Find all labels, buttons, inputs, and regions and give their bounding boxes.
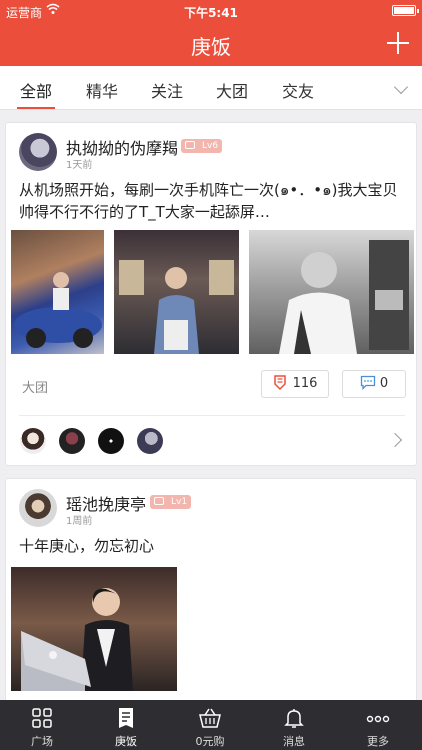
avatar[interactable] (19, 133, 57, 171)
liker-avatar[interactable] (59, 428, 85, 454)
active-tab-indicator (17, 107, 55, 109)
comment-count: 0 (379, 376, 389, 391)
tab-label: 更多 (367, 735, 389, 748)
post-photo[interactable] (11, 567, 177, 691)
chevron-right-icon[interactable] (387, 432, 403, 448)
tab-plaza[interactable]: 广场 (0, 700, 84, 750)
tab-label: 广场 (31, 735, 53, 748)
level-label: Lv1 (167, 495, 192, 509)
bottom-tab-bar: 广场 庚饭 0元购 消息 更多 (0, 700, 422, 750)
post-photo[interactable] (114, 230, 239, 354)
post-text-line: 帅得不行不行的了T_T大家一起舔屏… (19, 203, 270, 221)
post-time: 1周前 (66, 516, 93, 527)
like-count: 116 (292, 376, 318, 391)
tab-group[interactable]: 大团 (216, 78, 248, 102)
level-label: Lv6 (198, 139, 223, 153)
tab-label: 0元购 (195, 735, 225, 748)
post-text[interactable]: 从机场照开始，每刷一次手机阵亡一次(๑•．•๑)我大宝贝 帅得不行不行的了T_T… (19, 179, 414, 223)
bell-icon (282, 706, 306, 730)
avatar[interactable] (19, 489, 57, 527)
tab-zero-buy[interactable]: 0元购 (168, 700, 252, 750)
plus-icon[interactable] (384, 26, 412, 60)
tab-label: 庚饭 (115, 735, 137, 748)
battery-icon (392, 5, 419, 16)
more-dots-icon (366, 706, 390, 730)
comment-button[interactable]: 0 (342, 370, 406, 398)
post-text[interactable]: 十年庚心，勿忘初心 (19, 535, 154, 557)
comment-icon (360, 374, 376, 400)
liker-avatar[interactable] (137, 428, 163, 454)
divider (19, 415, 405, 416)
page-title: 庚饭 (191, 35, 231, 59)
liker-avatar[interactable] (20, 428, 46, 454)
status-time: 下午5:41 (184, 6, 238, 20)
liker-avatar[interactable] (98, 428, 124, 454)
basket-icon (198, 706, 222, 730)
like-button[interactable]: 116 (261, 370, 329, 398)
message-icon (185, 141, 195, 149)
tab-more[interactable]: 更多 (336, 700, 420, 750)
group-tag[interactable]: 大团 (22, 377, 48, 396)
nav-bar: 庚饭 (0, 22, 422, 66)
post-photo[interactable] (11, 230, 104, 354)
document-icon (114, 706, 138, 730)
chevron-down-icon[interactable] (393, 79, 409, 95)
tab-fans[interactable]: 庚饭 (84, 700, 168, 750)
status-bar: 运营商 下午5:41 (0, 0, 422, 22)
grid-icon (30, 706, 54, 730)
post-card[interactable]: 执拗拗的伪摩羯 Lv6 1天前 从机场照开始，每刷一次手机阵亡一次(๑•．•๑)… (5, 122, 417, 466)
heart-icon (273, 374, 287, 400)
post-card[interactable]: 瑶池挽庚亭 Lv1 1周前 十年庚心，勿忘初心 (5, 478, 417, 708)
tab-messages[interactable]: 消息 (252, 700, 336, 750)
tab-friends[interactable]: 交友 (282, 78, 314, 102)
post-time: 1天前 (66, 160, 93, 171)
tab-label: 消息 (283, 735, 305, 748)
tab-following[interactable]: 关注 (151, 78, 183, 102)
tab-all[interactable]: 全部 (20, 78, 52, 102)
tab-featured[interactable]: 精华 (86, 78, 118, 102)
category-tabs: 全部 精华 关注 大团 交友 (0, 66, 422, 110)
post-photo[interactable] (249, 230, 414, 354)
post-text-line: 从机场照开始，每刷一次手机阵亡一次(๑•．•๑)我大宝贝 (19, 181, 398, 199)
message-icon (154, 497, 164, 505)
